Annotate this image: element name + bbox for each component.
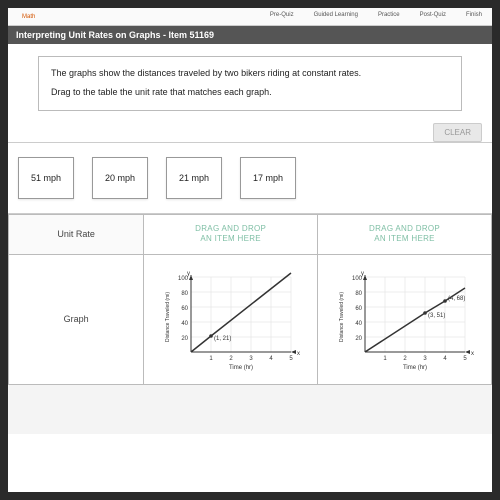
nav-math[interactable]: Math — [18, 12, 39, 23]
drop-zone-1[interactable]: DRAG AND DROP AN ITEM HERE — [144, 214, 318, 254]
svg-text:60: 60 — [181, 306, 188, 312]
svg-text:x: x — [297, 351, 300, 357]
prompt-line2: Drag to the table the unit rate that mat… — [51, 86, 449, 100]
svg-text:1: 1 — [209, 356, 213, 362]
answer-chips-row: 51 mph 20 mph 21 mph 17 mph — [8, 142, 492, 214]
prompt-line1: The graphs show the distances traveled b… — [51, 67, 449, 81]
svg-text:80: 80 — [181, 291, 188, 297]
graph-2: (3, 51) (4, 68) 20 40 60 80 100 1 2 3 4 … — [335, 267, 475, 372]
svg-text:5: 5 — [463, 356, 467, 362]
svg-text:y: y — [187, 271, 190, 277]
nav-practice[interactable]: Practice — [378, 12, 400, 23]
svg-text:3: 3 — [423, 356, 427, 362]
svg-text:4: 4 — [269, 356, 273, 362]
svg-text:60: 60 — [355, 306, 362, 312]
svg-text:y: y — [361, 271, 364, 277]
item-title: Interpreting Unit Rates on Graphs - Item… — [16, 30, 214, 40]
graph-1: (1, 21) 20 40 60 80 100 1 2 3 4 5 Time (… — [161, 267, 301, 372]
svg-text:3: 3 — [249, 356, 253, 362]
svg-text:Distance Traveled (mi): Distance Traveled (mi) — [165, 291, 171, 341]
graph-cell-2: (3, 51) (4, 68) 20 40 60 80 100 1 2 3 4 … — [318, 254, 492, 384]
nav-finish[interactable]: Finish — [466, 12, 482, 23]
svg-text:2: 2 — [229, 356, 233, 362]
answer-table: Unit Rate DRAG AND DROP AN ITEM HERE DRA… — [8, 214, 492, 434]
point-label-1-21: (1, 21) — [214, 336, 231, 342]
svg-text:40: 40 — [355, 321, 362, 327]
svg-text:20: 20 — [355, 336, 362, 342]
svg-text:4: 4 — [443, 356, 447, 362]
svg-text:2: 2 — [403, 356, 407, 362]
svg-text:Time (hr): Time (hr) — [229, 365, 253, 371]
chip-21mph[interactable]: 21 mph — [166, 157, 222, 199]
svg-text:x: x — [471, 351, 474, 357]
svg-text:5: 5 — [289, 356, 293, 362]
chip-51mph[interactable]: 51 mph — [18, 157, 74, 199]
clear-button[interactable]: CLEAR — [433, 123, 482, 142]
nav-guided[interactable]: Guided Learning — [314, 12, 358, 23]
top-nav: Math Pre-Quiz Guided Learning Practice P… — [8, 8, 492, 26]
graph-row-header: Graph — [9, 254, 144, 384]
svg-text:1: 1 — [383, 356, 387, 362]
svg-text:80: 80 — [355, 291, 362, 297]
point-label-3-51: (3, 51) — [428, 313, 445, 319]
point-label-4-68: (4, 68) — [448, 296, 465, 302]
svg-text:Time (hr): Time (hr) — [402, 365, 426, 371]
chip-20mph[interactable]: 20 mph — [92, 157, 148, 199]
unit-rate-header: Unit Rate — [9, 214, 144, 254]
svg-text:20: 20 — [181, 336, 188, 342]
nav-postquiz[interactable]: Post-Quiz — [420, 12, 446, 23]
drop-zone-2[interactable]: DRAG AND DROP AN ITEM HERE — [318, 214, 492, 254]
graph-cell-1: (1, 21) 20 40 60 80 100 1 2 3 4 5 Time (… — [144, 254, 318, 384]
item-title-bar: Interpreting Unit Rates on Graphs - Item… — [8, 26, 492, 44]
svg-text:Distance Traveled (mi): Distance Traveled (mi) — [339, 291, 345, 341]
chip-17mph[interactable]: 17 mph — [240, 157, 296, 199]
nav-prequiz[interactable]: Pre-Quiz — [270, 12, 294, 23]
prompt-box: The graphs show the distances traveled b… — [38, 56, 462, 111]
svg-text:40: 40 — [181, 321, 188, 327]
